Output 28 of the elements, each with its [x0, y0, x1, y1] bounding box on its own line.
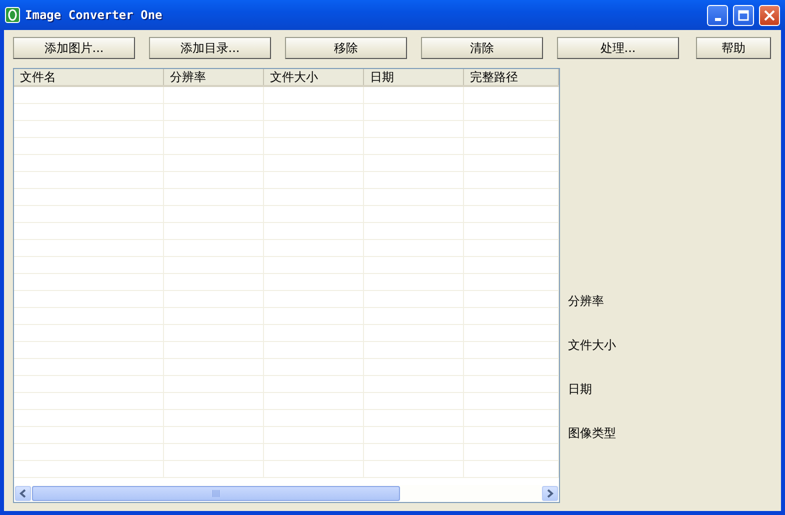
- grip-icon: [212, 490, 220, 497]
- toolbar-button[interactable]: 清除: [421, 37, 543, 59]
- scroll-left-button[interactable]: [15, 486, 31, 501]
- close-icon: [764, 10, 775, 20]
- minimize-icon: [714, 18, 720, 20]
- scroll-thumb[interactable]: [32, 486, 400, 501]
- app-icon: [5, 7, 20, 23]
- window-title: Image Converter One: [25, 8, 164, 22]
- toolbar-button[interactable]: 移除: [285, 37, 407, 59]
- toolbar-button[interactable]: 帮助: [696, 37, 771, 59]
- column-header[interactable]: 文件大小: [264, 69, 364, 85]
- column-header[interactable]: 日期: [364, 69, 464, 85]
- minimize-button[interactable]: [707, 4, 728, 26]
- column-header[interactable]: 完整路径: [464, 69, 559, 85]
- scroll-right-button[interactable]: [542, 486, 558, 501]
- column-header[interactable]: 文件名: [14, 69, 164, 85]
- detail-label: 图像类型: [568, 425, 617, 441]
- column-header[interactable]: 分辨率: [164, 69, 264, 85]
- detail-label: 日期: [568, 381, 593, 397]
- maximize-button[interactable]: [733, 4, 754, 26]
- toolbar-button[interactable]: 添加图片...: [13, 37, 135, 59]
- detail-label: 文件大小: [568, 337, 617, 353]
- horizontal-scrollbar[interactable]: [14, 485, 559, 502]
- toolbar-button[interactable]: 处理...: [557, 37, 679, 59]
- detail-label: 分辨率: [568, 293, 605, 309]
- toolbar-button[interactable]: 添加目录...: [149, 37, 271, 59]
- maximize-icon: [738, 10, 749, 20]
- close-button[interactable]: [759, 4, 780, 26]
